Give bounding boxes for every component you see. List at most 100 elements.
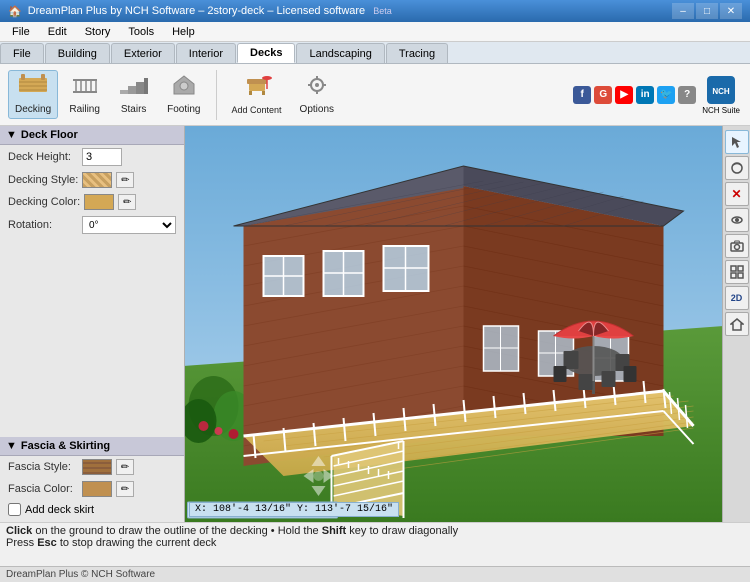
- nch-suite-button[interactable]: NCH NCH Suite: [700, 72, 742, 117]
- close-button[interactable]: ✕: [720, 3, 742, 19]
- titlebar: 🏠 DreamPlan Plus by NCH Software – 2stor…: [0, 0, 750, 22]
- rt-grid-button[interactable]: [725, 260, 749, 284]
- toolbar-right: f G ▶ in 🐦 ? NCH NCH Suite: [573, 72, 742, 117]
- social-icons: f G ▶ in 🐦 ?: [573, 86, 696, 104]
- add-content-icon: [241, 75, 273, 103]
- fascia-style-label: Fascia Style:: [8, 461, 78, 473]
- deck-floor-header[interactable]: ▼ Deck Floor: [0, 126, 184, 145]
- toolbar-railing[interactable]: Railing: [62, 70, 107, 119]
- facebook-icon[interactable]: f: [573, 86, 591, 104]
- panel-spacer: [0, 237, 184, 437]
- toolbar-decking[interactable]: Decking: [8, 70, 58, 119]
- main-area: ▼ Deck Floor Deck Height: Decking Style:…: [0, 126, 750, 522]
- viewport-scene: X: 108'-4 13/16" Y: 113'-7 15/16": [185, 126, 722, 522]
- decking-style-label: Decking Style:: [8, 174, 78, 186]
- maximize-button[interactable]: □: [696, 3, 718, 19]
- decking-style-swatch[interactable]: [82, 172, 112, 188]
- fascia-style-edit[interactable]: ✏: [116, 459, 134, 475]
- rt-house-button[interactable]: [725, 312, 749, 336]
- toolbar-add-content[interactable]: Add Content: [225, 71, 289, 119]
- help-icon[interactable]: ?: [678, 86, 696, 104]
- toolbar-options[interactable]: Options: [293, 70, 341, 119]
- deck-height-row: Deck Height:: [0, 145, 184, 169]
- menubar: File Edit Story Tools Help: [0, 22, 750, 42]
- tab-landscaping[interactable]: Landscaping: [296, 43, 384, 63]
- titlebar-icon: 🏠: [8, 5, 22, 18]
- linkedin-icon[interactable]: in: [636, 86, 654, 104]
- menu-file[interactable]: File: [4, 23, 38, 41]
- rotation-select[interactable]: 0° 45° 90°: [82, 216, 176, 234]
- rt-close-button[interactable]: ✕: [725, 182, 749, 206]
- add-deck-skirt-label: Add deck skirt: [25, 504, 94, 516]
- titlebar-controls: – □ ✕: [672, 3, 742, 19]
- menu-story[interactable]: Story: [77, 23, 119, 41]
- decking-color-swatch[interactable]: [84, 194, 114, 210]
- decking-style-edit[interactable]: ✏: [116, 172, 134, 188]
- fascia-color-edit[interactable]: ✏: [116, 481, 134, 497]
- menu-edit[interactable]: Edit: [40, 23, 75, 41]
- toolbar-footing[interactable]: Footing: [160, 70, 207, 119]
- tab-tracing[interactable]: Tracing: [386, 43, 448, 63]
- footing-icon: [170, 74, 198, 102]
- tab-interior[interactable]: Interior: [176, 43, 236, 63]
- menu-tools[interactable]: Tools: [120, 23, 162, 41]
- status-line1-text: on the ground to draw the outline of the…: [35, 525, 321, 537]
- youtube-icon[interactable]: ▶: [615, 86, 633, 104]
- right-toolbar: ✕ 2D: [722, 126, 750, 522]
- fascia-title: Fascia & Skirting: [21, 440, 110, 452]
- status-esc-key: Esc: [37, 537, 57, 549]
- options-icon: [303, 74, 331, 102]
- tab-building[interactable]: Building: [45, 43, 110, 63]
- toolbar-stairs[interactable]: Stairs: [111, 70, 156, 119]
- decking-color-label: Decking Color:: [8, 196, 80, 208]
- status-line1: Click on the ground to draw the outline …: [6, 525, 744, 537]
- minimize-button[interactable]: –: [672, 3, 694, 19]
- rotation-label: Rotation:: [8, 219, 78, 231]
- decking-color-row: Decking Color: ✏: [0, 191, 184, 213]
- deck-height-input[interactable]: [82, 148, 122, 166]
- coord-display: X: 108'-4 13/16" Y: 113'-7 15/16": [189, 502, 399, 517]
- railing-icon: [71, 74, 99, 102]
- rt-2d-button[interactable]: 2D: [725, 286, 749, 310]
- fascia-style-swatch[interactable]: [82, 459, 112, 475]
- fascia-style-row: Fascia Style: ✏: [0, 456, 184, 478]
- rt-orbit-button[interactable]: [725, 156, 749, 180]
- toolbar-divider: [216, 70, 217, 120]
- beta-label: Beta: [373, 6, 392, 16]
- viewport[interactable]: X: 108'-4 13/16" Y: 113'-7 15/16" X: 108…: [185, 126, 722, 522]
- footing-label: Footing: [167, 104, 200, 115]
- tabbar: File Building Exterior Interior Decks La…: [0, 42, 750, 64]
- add-deck-skirt-checkbox[interactable]: [8, 503, 21, 516]
- decking-label: Decking: [15, 104, 51, 115]
- deck-floor-collapse-icon: ▼: [6, 129, 17, 141]
- status-line2-suffix: to stop drawing the current deck: [60, 537, 217, 549]
- decking-style-row: Decking Style: ✏: [0, 169, 184, 191]
- tab-exterior[interactable]: Exterior: [111, 43, 175, 63]
- tab-decks[interactable]: Decks: [237, 43, 295, 63]
- railing-label: Railing: [69, 104, 100, 115]
- bottombar: DreamPlan Plus © NCH Software: [0, 566, 750, 582]
- deck-floor-title: Deck Floor: [21, 129, 78, 141]
- options-label: Options: [300, 104, 334, 115]
- rt-pointer-button[interactable]: [725, 130, 749, 154]
- twitter-icon[interactable]: 🐦: [657, 86, 675, 104]
- fascia-color-label: Fascia Color:: [8, 483, 78, 495]
- decking-color-edit[interactable]: ✏: [118, 194, 136, 210]
- rt-camera-button[interactable]: [725, 234, 749, 258]
- status-line1-suffix: key to draw diagonally: [349, 525, 458, 537]
- skirt-style-row: Skirt Style: ✏: [0, 519, 184, 522]
- menu-help[interactable]: Help: [164, 23, 203, 41]
- status-press-text: Press: [6, 537, 37, 549]
- toolbar: Decking Railing Stairs: [0, 64, 750, 126]
- titlebar-title: DreamPlan Plus by NCH Software – 2story-…: [28, 5, 365, 17]
- fascia-color-row: Fascia Color: ✏: [0, 478, 184, 500]
- fascia-color-swatch[interactable]: [82, 481, 112, 497]
- rotation-row: Rotation: 0° 45° 90°: [0, 213, 184, 237]
- coord-y: Y: 113'-7 15/16": [297, 504, 393, 515]
- rt-eye-button[interactable]: [725, 208, 749, 232]
- tab-file[interactable]: File: [0, 43, 44, 63]
- googleplus-icon[interactable]: G: [594, 86, 612, 104]
- status-click-key: Click: [6, 525, 32, 537]
- fascia-header[interactable]: ▼ Fascia & Skirting: [0, 437, 184, 456]
- status-shift-key: Shift: [322, 525, 346, 537]
